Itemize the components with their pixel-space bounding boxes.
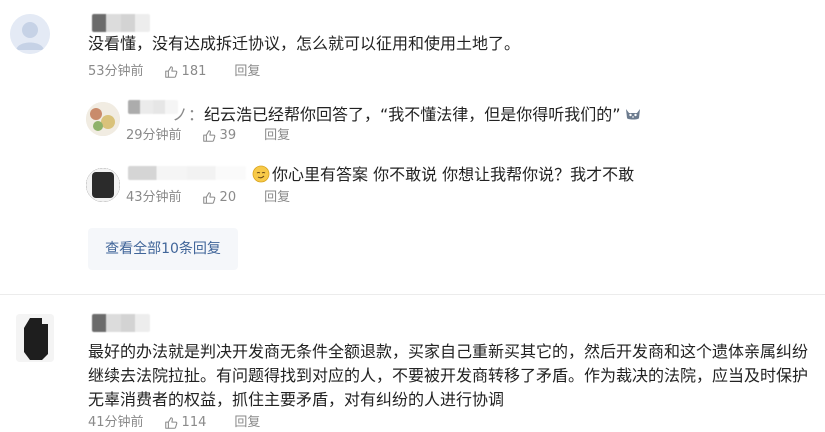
like-count: 181 xyxy=(181,64,207,79)
reply-button[interactable]: 回复 xyxy=(234,413,260,432)
comment-meta: 41分钟前 114 回复 xyxy=(88,413,260,432)
reply-button[interactable]: 回复 xyxy=(234,62,260,82)
comment-divider xyxy=(0,294,825,295)
username-blurred[interactable] xyxy=(128,166,246,180)
user-avatar[interactable] xyxy=(16,314,54,362)
thumbs-up-icon xyxy=(202,130,215,142)
reply-name-tail: ノ： xyxy=(172,105,205,124)
reply-button[interactable]: 回复 xyxy=(264,126,290,146)
username-blurred[interactable] xyxy=(92,14,150,32)
view-all-replies-button[interactable]: 查看全部10条回复 xyxy=(88,228,238,270)
comment-time: 41分钟前 xyxy=(88,415,144,430)
username-blurred[interactable] xyxy=(92,314,150,332)
reply-meta: 43分钟前 20 回复 xyxy=(126,188,290,208)
avatar-image xyxy=(86,168,120,202)
reply-avatar[interactable] xyxy=(86,102,120,136)
reply-time: 29分钟前 xyxy=(126,128,182,143)
comment-meta: 53分钟前 181 回复 xyxy=(88,62,260,82)
avatar-image xyxy=(86,102,120,136)
comment-section: 没看懂，没有达成拆迁协议，怎么就可以征用和使用土地了。 53分钟前 181 回复… xyxy=(0,0,825,432)
thumbs-up-icon xyxy=(202,192,215,204)
like-count: 20 xyxy=(219,190,237,205)
reply-button[interactable]: 回复 xyxy=(264,188,290,208)
user-silhouette-icon xyxy=(10,14,50,54)
reply-text: 你心里有答案 你不敢说 你想让我帮你说？我才不敢 xyxy=(252,163,634,190)
like-button[interactable]: 114 xyxy=(164,413,207,432)
like-button[interactable]: 181 xyxy=(164,62,207,82)
like-button[interactable]: 39 xyxy=(202,126,237,146)
comment-text-line-1: 最好的办法就是判决开发商无条件全额退款，买家自己重新买其它的，然后开发商和这个遗… xyxy=(88,342,809,361)
smirk-face-emoji-icon xyxy=(252,165,270,190)
thumbs-up-icon xyxy=(164,417,177,429)
avatar-image xyxy=(16,314,54,362)
like-count: 39 xyxy=(219,128,237,143)
reply-time: 43分钟前 xyxy=(126,190,182,205)
comment-text-line-2: 继续去法院拉扯。有问题得找到对应的人，不要被开发商转移了矛盾。作为裁决的法院，应… xyxy=(88,366,809,385)
comment-text: 没看懂，没有达成拆迁协议，怎么就可以征用和使用土地了。 xyxy=(88,34,521,53)
username-blurred[interactable] xyxy=(128,100,178,114)
comment-text-line-3: 无辜消费者的权益，抓住主要矛盾，对有纠纷的人进行协调 xyxy=(88,390,505,409)
reply-meta: 29分钟前 39 回复 xyxy=(126,126,290,146)
reply-body: 纪云浩已经帮你回答了，“我不懂法律，但是你得听我们的” xyxy=(204,105,621,124)
cat-face-emoji-icon xyxy=(624,105,642,130)
thumbs-up-icon xyxy=(164,66,177,78)
reply-avatar[interactable] xyxy=(86,168,120,202)
like-count: 114 xyxy=(181,415,207,430)
default-avatar[interactable] xyxy=(10,14,50,54)
comment-time: 53分钟前 xyxy=(88,64,144,79)
reply-body: 你心里有答案 你不敢说 你想让我帮你说？我才不敢 xyxy=(272,165,635,184)
like-button[interactable]: 20 xyxy=(202,188,237,208)
